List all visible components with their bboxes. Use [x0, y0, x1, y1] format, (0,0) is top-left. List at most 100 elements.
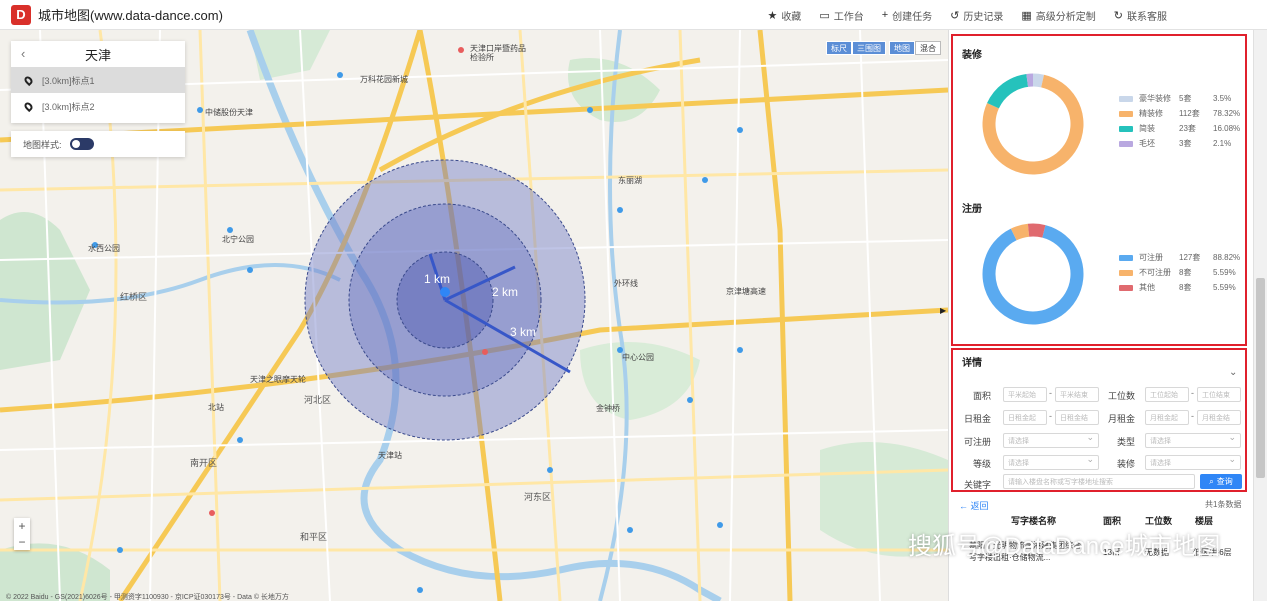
map-type-button[interactable]: 地图 — [889, 41, 915, 55]
decoration-label: 装修 — [1116, 459, 1135, 469]
donut-slice-简装[interactable] — [987, 73, 1029, 109]
area-max-input[interactable]: 平米结束 — [1055, 387, 1099, 402]
donut-slice-豪华装修[interactable] — [1032, 73, 1045, 88]
station-min-input[interactable]: 工位起始 — [1145, 387, 1189, 402]
marker-item-2[interactable]: [3.0km]标点2 — [11, 93, 185, 119]
legend-row: 毛坯 3套 2.1% — [1119, 136, 1240, 151]
legend-row: 豪华装修 5套 3.5% — [1119, 91, 1240, 106]
zoom-in-button[interactable]: + — [14, 518, 30, 534]
map-label-station: 天津站 — [378, 451, 402, 460]
marker-label: [3.0km]标点1 — [42, 75, 95, 86]
registrable-select[interactable]: 请选择 — [1003, 432, 1099, 448]
map-label-district-hedong: 河东区 — [524, 492, 552, 502]
star-icon: ★ — [767, 9, 778, 22]
keyword-label: 关键字 — [963, 480, 991, 490]
nav-favorites[interactable]: ★ 收藏 — [767, 8, 801, 23]
marker-item-1[interactable]: [3.0km]标点1 — [11, 67, 185, 93]
registration-donut-chart — [982, 223, 1084, 325]
monthly-rent-min-input[interactable]: 月租金起 — [1145, 410, 1189, 425]
app-logo[interactable]: D — [11, 4, 31, 25]
city-header: ‹ 天津 — [11, 41, 185, 67]
map-label-road-2: 金钟桥 — [596, 404, 620, 413]
table-icon: ▦ — [1021, 9, 1032, 22]
history-icon: ↺ — [950, 9, 960, 22]
nav-advanced-analysis[interactable]: ▦ 高级分析定制 — [1021, 8, 1095, 23]
result-total: 共1条数据 — [1205, 500, 1242, 509]
refresh-icon: ↻ — [1113, 9, 1123, 22]
ring-label-2km: 2 km — [492, 285, 519, 299]
ring-label-1km: 1 km — [424, 272, 451, 286]
right-panel: 装修 豪华装修 5套 3.5% 精装修 112套 78.32% 简装 23套 16.08% … — [948, 30, 1267, 601]
legend-row: 可注册 127套 88.82% — [1119, 250, 1240, 265]
scrollbar-thumb[interactable] — [1256, 278, 1265, 478]
donut-slice-可注册[interactable] — [982, 225, 1084, 325]
decoration-select[interactable]: 请选择 — [1145, 454, 1241, 470]
map-label-district-nankai: 南开区 — [190, 458, 218, 468]
daily-rent-max-input[interactable]: 日租金结 — [1055, 410, 1099, 425]
map-label-district-hongqiao: 红桥区 — [120, 292, 148, 302]
map-label-poi-2: 万科花园新城 — [360, 75, 408, 84]
map-style-panel: 地图样式: — [11, 131, 185, 157]
area-label: 面积 — [972, 391, 991, 401]
legend-row: 不可注册 8套 5.59% — [1119, 265, 1240, 280]
ruler-button[interactable]: 标尺 — [826, 41, 852, 55]
map-label-park-3: 中心公园 — [622, 353, 654, 362]
monthly-rent-max-input[interactable]: 月租金结 — [1197, 410, 1241, 425]
map-label-poi-1: 天津口岸暨药品检验所 — [470, 44, 526, 62]
top-bar: D 城市地图(www.data-dance.com) ★ 收藏 ▭ 工作台 + 创建任… — [0, 0, 1267, 30]
donut-slice-不可注册[interactable] — [1010, 223, 1030, 241]
app-title: 城市地图(www.data-dance.com) — [38, 8, 223, 23]
legend-swatch — [1119, 284, 1133, 291]
grade-select[interactable]: 请选择 — [1003, 454, 1099, 470]
map-label-district-hebei: 河北区 — [304, 395, 332, 405]
map-label-park-1: 北宁公园 — [222, 235, 254, 244]
decoration-legend: 豪华装修 5套 3.5% 精装修 112套 78.32% 简装 23套 16.08% 毛坯 3… — [1119, 91, 1240, 151]
nav-create-task[interactable]: + 创建任务 — [882, 8, 932, 23]
nav-workbench[interactable]: ▭ 工作台 — [819, 8, 863, 23]
station-max-input[interactable]: 工位结束 — [1197, 387, 1241, 402]
3d-button[interactable]: 三围图 — [852, 41, 886, 55]
map-label-poi-4: 东丽湖 — [618, 176, 642, 185]
query-button[interactable]: ⌕ 查询 — [1200, 474, 1242, 489]
legend-swatch — [1119, 125, 1133, 132]
panel-scrollbar[interactable] — [1253, 30, 1267, 601]
map-canvas[interactable]: 天津口岸暨药品检验所 万科花园新城 中储股份天津 红桥区 河北区 天津之眼摩天轮… — [0, 30, 948, 601]
back-link[interactable]: ← 返回 — [959, 499, 989, 512]
donut-slice-其他[interactable] — [1027, 223, 1046, 238]
marker-label: [3.0km]标点2 — [42, 101, 95, 112]
legend-swatch — [1119, 269, 1133, 276]
legend-row: 其他 8套 5.59% — [1119, 280, 1240, 295]
hybrid-type-button[interactable]: 混合 — [915, 41, 941, 55]
city-name: 天津 — [84, 47, 111, 63]
search-icon: ⌕ — [1209, 476, 1214, 486]
city-panel: ‹ 天津 [3.0km]标点1 [3.0km]标点2 — [11, 41, 185, 123]
map-label-road-4: 外环线 — [614, 279, 638, 288]
legend-swatch — [1119, 110, 1133, 117]
location-pin-icon — [22, 100, 35, 112]
registrable-label: 可注册 — [963, 437, 991, 447]
nav-contact-support[interactable]: ↻ 联系客服 — [1114, 8, 1167, 23]
monitor-icon: ▭ — [819, 9, 830, 22]
back-chevron-icon[interactable]: ‹ — [21, 46, 25, 61]
map-type-switch: 地图 混合 — [889, 41, 941, 55]
map-style-toggle[interactable] — [69, 138, 94, 150]
collapse-arrow-icon[interactable]: ▶ — [940, 306, 946, 315]
decoration-donut-chart — [982, 73, 1084, 175]
map-label-road-1: 北站 — [208, 403, 224, 412]
plus-icon: + — [881, 9, 889, 21]
map-label-poi-3: 中储股份天津 — [205, 108, 253, 117]
daily-rent-min-input[interactable]: 日租金起 — [1003, 410, 1047, 425]
detail-collapse-chevron-icon[interactable]: ⌄ — [1229, 367, 1237, 378]
monthly-rent-label: 月租金 — [1107, 414, 1135, 424]
type-select[interactable]: 请选择 — [1145, 432, 1241, 448]
detail-title: 详情 — [962, 358, 982, 369]
zoom-out-button[interactable]: − — [14, 534, 30, 550]
location-pin-icon — [22, 74, 35, 86]
nav-history[interactable]: ↺ 历史记录 — [950, 8, 1003, 23]
area-min-input[interactable]: 平米起始 — [1003, 387, 1047, 402]
keyword-input[interactable]: 请输入楼盘名称或写字楼地址搜索 — [1003, 474, 1195, 489]
map-tools: 标尺 三围图 — [826, 41, 886, 55]
top-nav: ★ 收藏 ▭ 工作台 + 创建任务 ↺ 历史记录 ▦ 高级分析定制 ↻ 联系客服 — [767, 0, 1167, 30]
legend-row: 精装修 112套 78.32% — [1119, 106, 1240, 121]
type-label: 类型 — [1116, 437, 1135, 447]
